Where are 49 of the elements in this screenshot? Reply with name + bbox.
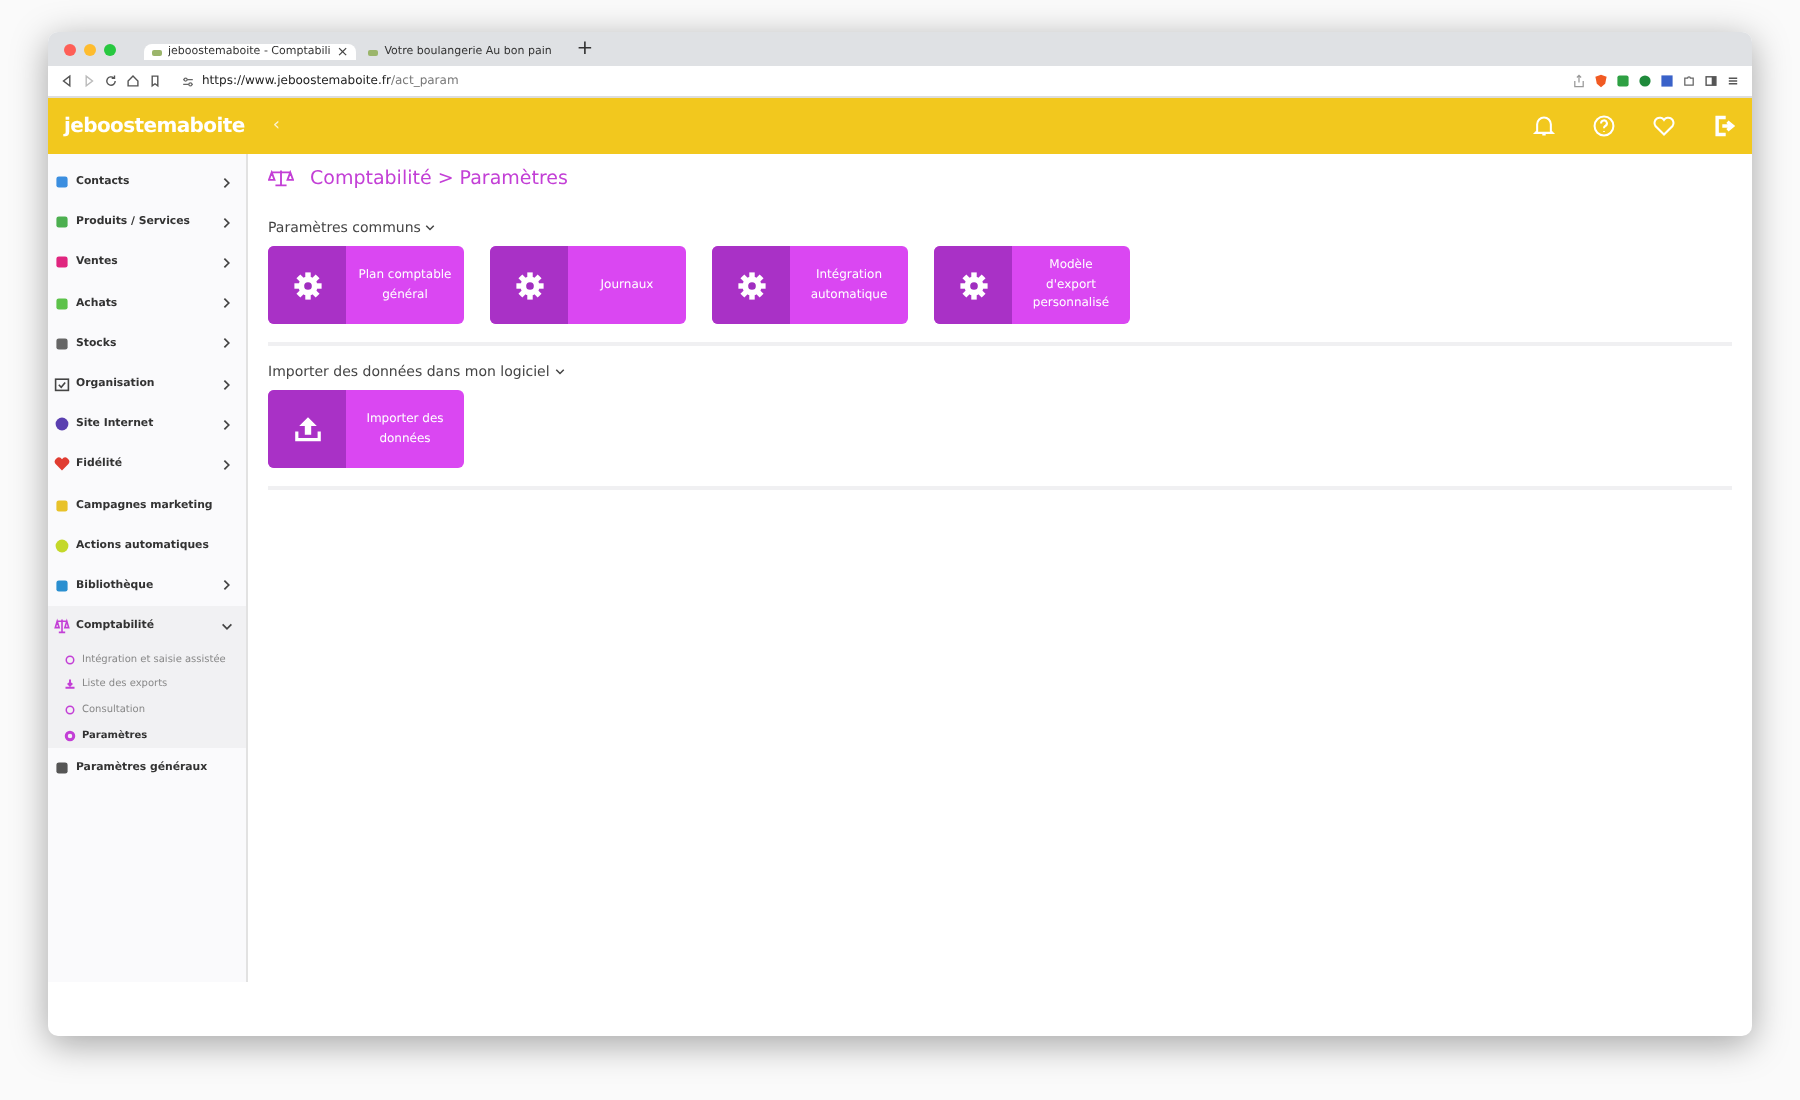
download-icon [64, 678, 76, 691]
menu-item-icon [54, 214, 70, 231]
circle-icon [64, 729, 76, 742]
menu-item-icon [54, 760, 70, 777]
chevron-down-icon[interactable] [220, 619, 234, 634]
bookmark-icon[interactable] [148, 74, 162, 88]
shield-icon[interactable] [1594, 74, 1608, 88]
home-icon[interactable] [126, 74, 140, 88]
puzzle-icon[interactable] [1682, 74, 1696, 88]
upload-icon [291, 413, 323, 445]
chevron-right-icon[interactable] [220, 457, 234, 472]
sidebar-icon[interactable] [1704, 74, 1718, 88]
favicon-icon [368, 49, 379, 55]
back-icon[interactable] [60, 74, 74, 88]
menu-icon[interactable] [1726, 74, 1740, 88]
scales-icon [268, 168, 294, 188]
chevron-down-icon [553, 366, 566, 378]
menu-item-icon [54, 537, 70, 554]
chevron-right-icon[interactable] [220, 377, 234, 392]
reload-icon[interactable] [104, 74, 118, 88]
menu-item-icon [54, 577, 70, 594]
chevron-right-icon[interactable] [220, 578, 234, 593]
chevron-right-icon[interactable] [220, 255, 234, 270]
menu-item-icon [54, 174, 70, 191]
chevron-right-icon[interactable] [220, 336, 234, 351]
gear-icon [957, 269, 989, 301]
chevron-right-icon[interactable] [220, 175, 234, 190]
menu-item-icon [54, 376, 70, 393]
gear-icon [291, 269, 323, 301]
breadcrumb: Comptabilité > Paramètres [310, 167, 568, 189]
gear-icon [735, 269, 767, 301]
menu-item-icon [54, 295, 70, 312]
circle-icon [64, 703, 76, 716]
chevron-right-icon[interactable] [220, 215, 234, 230]
new-tab-button[interactable]: + [576, 38, 594, 60]
menu-item-icon [54, 618, 70, 635]
menu-item-icon [54, 497, 70, 514]
share-icon[interactable] [1572, 74, 1586, 88]
circle-icon [64, 653, 76, 666]
chevron-down-icon [424, 222, 437, 234]
menu-item-icon [54, 456, 70, 473]
menu-item-icon [54, 416, 70, 433]
menu-item-icon [54, 335, 70, 352]
chevron-right-icon[interactable] [220, 417, 234, 432]
chevron-right-icon[interactable] [220, 296, 234, 311]
gear-icon [513, 269, 545, 301]
site-settings-icon[interactable] [182, 75, 194, 87]
favicon-icon [152, 49, 162, 55]
menu-item-icon [54, 254, 70, 271]
